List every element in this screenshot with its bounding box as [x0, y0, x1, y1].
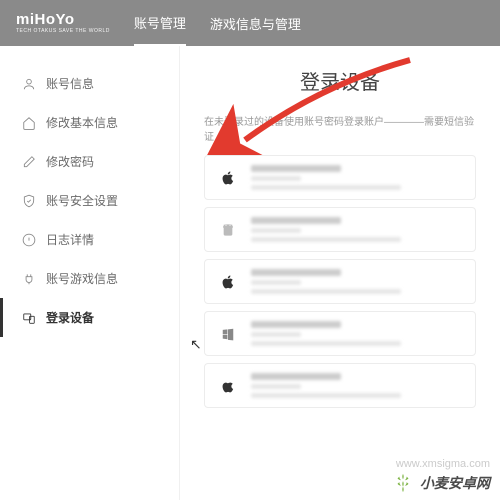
windows-icon — [217, 323, 239, 345]
screens-icon — [22, 311, 36, 325]
sidebar-item-logs[interactable]: 日志详情 — [0, 220, 179, 259]
apple-icon — [217, 271, 239, 293]
sidebar-item-label: 修改密码 — [46, 153, 94, 170]
sidebar-item-account-info[interactable]: 账号信息 — [0, 64, 179, 103]
watermark: 小麦安卓网 — [392, 472, 490, 494]
sidebar-item-label: 日志详情 — [46, 231, 94, 248]
brand-name: miHoYo — [16, 12, 110, 27]
device-card[interactable] — [204, 311, 476, 356]
sidebar-item-devices[interactable]: 登录设备 — [0, 298, 179, 337]
shield-icon — [22, 194, 36, 208]
sidebar-item-game-info[interactable]: 账号游戏信息 — [0, 259, 179, 298]
topbar: miHoYo TECH OTAKUS SAVE THE WORLD 账号管理 游… — [0, 0, 500, 46]
device-card[interactable] — [204, 363, 476, 408]
main-panel: 登录设备 在未登录过的设备使用账号密码登录账户————需要短信验证 — [180, 46, 500, 500]
brand-tagline: TECH OTAKUS SAVE THE WORLD — [16, 29, 110, 34]
sidebar-item-password[interactable]: 修改密码 — [0, 142, 179, 181]
sidebar-item-security[interactable]: 账号安全设置 — [0, 181, 179, 220]
watermark-url: www.xmsigma.com — [396, 458, 490, 470]
cursor-icon: ↖ — [190, 336, 202, 353]
apple-icon — [217, 167, 239, 189]
device-card[interactable] — [204, 155, 476, 200]
info-icon — [22, 233, 36, 247]
device-info — [251, 373, 463, 398]
user-icon — [22, 77, 36, 91]
page-title: 登录设备 — [204, 66, 476, 95]
device-info — [251, 269, 463, 294]
sidebar-item-label: 账号信息 — [46, 75, 94, 92]
page-note: 在未登录过的设备使用账号密码登录账户————需要短信验证 — [204, 113, 476, 143]
device-card[interactable] — [204, 207, 476, 252]
sidebar-item-label: 账号游戏信息 — [46, 270, 118, 287]
watermark-text: 小麦安卓网 — [420, 473, 490, 493]
device-card[interactable] — [204, 259, 476, 304]
apple-icon — [217, 375, 239, 397]
sidebar: 账号信息 修改基本信息 修改密码 账号安全设置 日志详情 账号游戏信息 登录设备 — [0, 46, 180, 500]
device-info — [251, 165, 463, 190]
pencil-icon — [22, 155, 36, 169]
brand-logo: miHoYo TECH OTAKUS SAVE THE WORLD — [16, 12, 110, 34]
device-info — [251, 321, 463, 346]
wheat-icon — [392, 472, 414, 494]
sidebar-item-label: 登录设备 — [46, 309, 94, 326]
nav-tab-game-info[interactable]: 游戏信息与管理 — [210, 2, 301, 45]
device-info — [251, 217, 463, 242]
sidebar-item-label: 修改基本信息 — [46, 114, 118, 131]
home-icon — [22, 116, 36, 130]
device-list — [204, 155, 476, 408]
sidebar-item-label: 账号安全设置 — [46, 192, 118, 209]
nav-tab-account[interactable]: 账号管理 — [134, 1, 186, 46]
sidebar-item-basic-info[interactable]: 修改基本信息 — [0, 103, 179, 142]
plug-icon — [22, 272, 36, 286]
content: 账号信息 修改基本信息 修改密码 账号安全设置 日志详情 账号游戏信息 登录设备… — [0, 46, 500, 500]
android-icon — [217, 219, 239, 241]
